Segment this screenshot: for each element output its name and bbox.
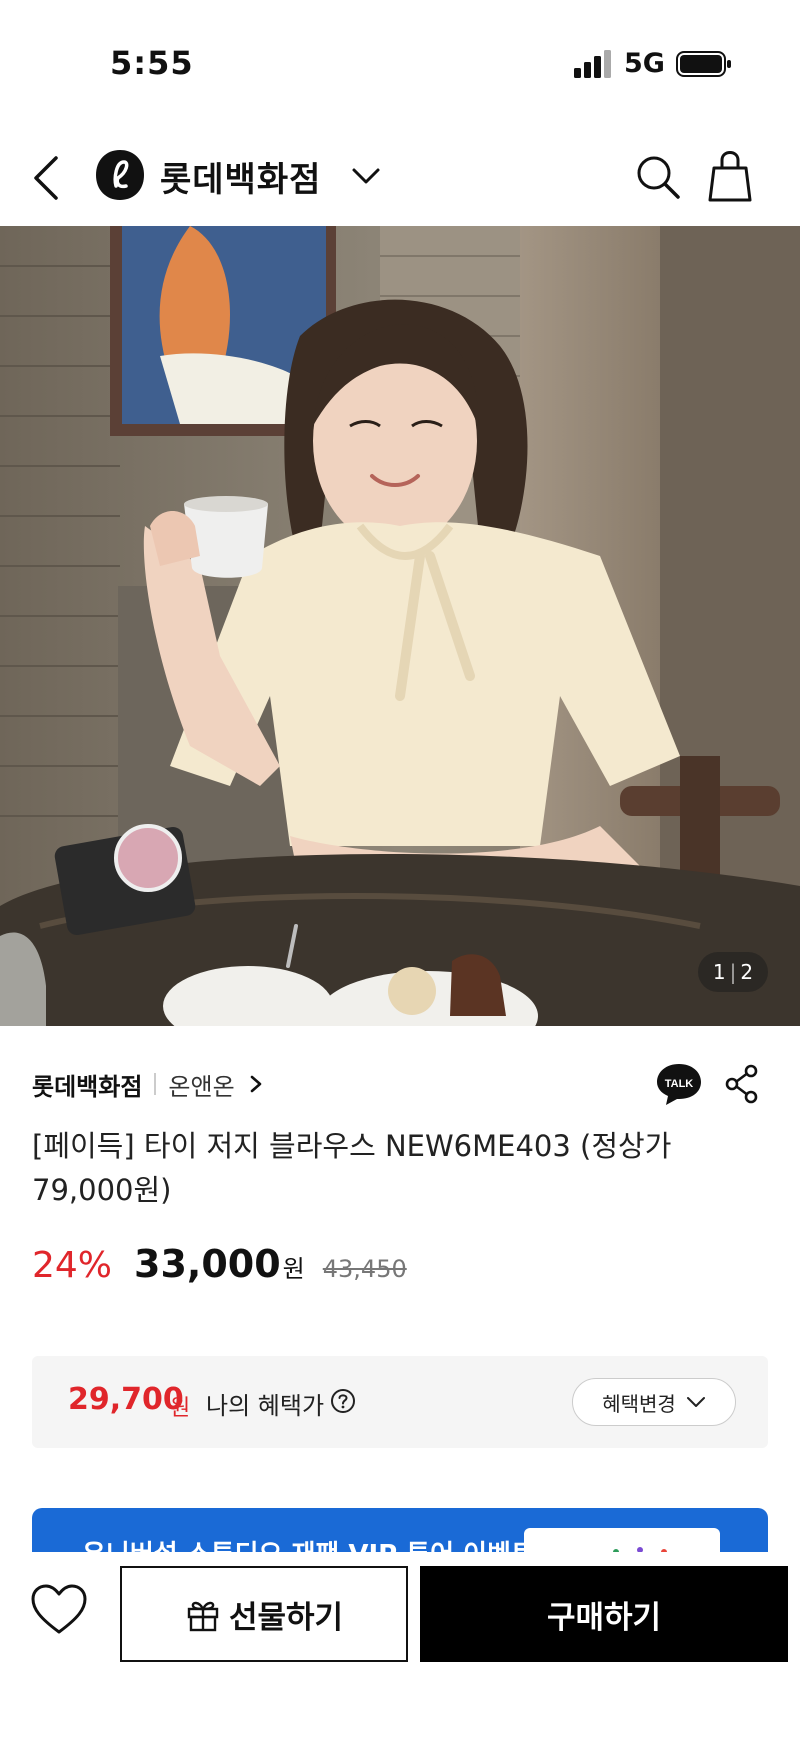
divider bbox=[154, 1073, 157, 1095]
lotte-logo-icon[interactable] bbox=[94, 148, 146, 202]
heart-icon[interactable] bbox=[30, 1584, 88, 1636]
store-brand-row: 롯데백화점 온앤온 bbox=[32, 1064, 265, 1104]
price-row: 24% 33,000 원 43,450 bbox=[32, 1242, 407, 1302]
shopping-bag-icon[interactable] bbox=[708, 146, 752, 206]
chevron-right-icon[interactable] bbox=[247, 1074, 265, 1094]
currency-label: 원 bbox=[282, 1255, 305, 1283]
image-pager: 1 | 2 bbox=[698, 952, 768, 992]
gift-icon bbox=[187, 1601, 219, 1632]
share-icon[interactable] bbox=[724, 1064, 760, 1104]
original-price: 43,450 bbox=[322, 1255, 407, 1283]
brand-name[interactable]: 롯데백화점 bbox=[160, 152, 321, 201]
gift-button-label: 선물하기 bbox=[228, 1599, 344, 1636]
status-bar: 5:55 5G bbox=[0, 0, 800, 130]
help-circle-icon[interactable] bbox=[330, 1388, 356, 1414]
pager-current: 1 bbox=[712, 960, 726, 984]
search-icon[interactable] bbox=[632, 148, 682, 204]
pager-total: 2 bbox=[740, 960, 754, 984]
store-name[interactable]: 롯데백화점 bbox=[32, 1067, 142, 1102]
kakao-talk-icon[interactable]: TALK bbox=[656, 1062, 702, 1106]
battery-icon bbox=[676, 51, 731, 77]
benefit-change-label: 혜택변경 bbox=[602, 1391, 676, 1416]
back-icon[interactable] bbox=[28, 150, 68, 206]
benefit-label: 나의 혜택가 bbox=[206, 1392, 325, 1420]
product-image[interactable]: 1 | 2 bbox=[0, 226, 800, 1026]
benefit-currency: 원 bbox=[170, 1396, 191, 1421]
app-header: 롯데백화점 bbox=[0, 130, 800, 226]
benefit-price-box: 29,700 원 나의 혜택가 혜택변경 bbox=[32, 1356, 768, 1448]
product-photo-illustration bbox=[0, 226, 800, 1026]
chevron-down-icon[interactable] bbox=[350, 162, 382, 190]
network-label: 5G bbox=[624, 48, 665, 79]
benefit-change-button[interactable]: 혜택변경 bbox=[572, 1378, 736, 1426]
svg-text:TALK: TALK bbox=[665, 1078, 694, 1090]
signal-icon bbox=[574, 50, 611, 78]
discount-rate: 24% bbox=[32, 1245, 113, 1286]
status-time: 5:55 bbox=[110, 44, 194, 82]
benefit-price: 29,700 bbox=[68, 1382, 184, 1417]
bottom-action-bar: 선물하기 구매하기 bbox=[0, 1552, 800, 1739]
buy-button[interactable]: 구매하기 bbox=[420, 1566, 788, 1662]
chevron-down-icon bbox=[686, 1397, 705, 1407]
brand-link[interactable]: 온앤온 bbox=[168, 1067, 234, 1102]
product-title: [페이득] 타이 저지 블라우스 NEW6ME403 (정상가 79,000원) bbox=[32, 1129, 672, 1207]
gift-button[interactable]: 선물하기 bbox=[120, 1566, 408, 1662]
sale-price: 33,000 bbox=[134, 1242, 281, 1286]
